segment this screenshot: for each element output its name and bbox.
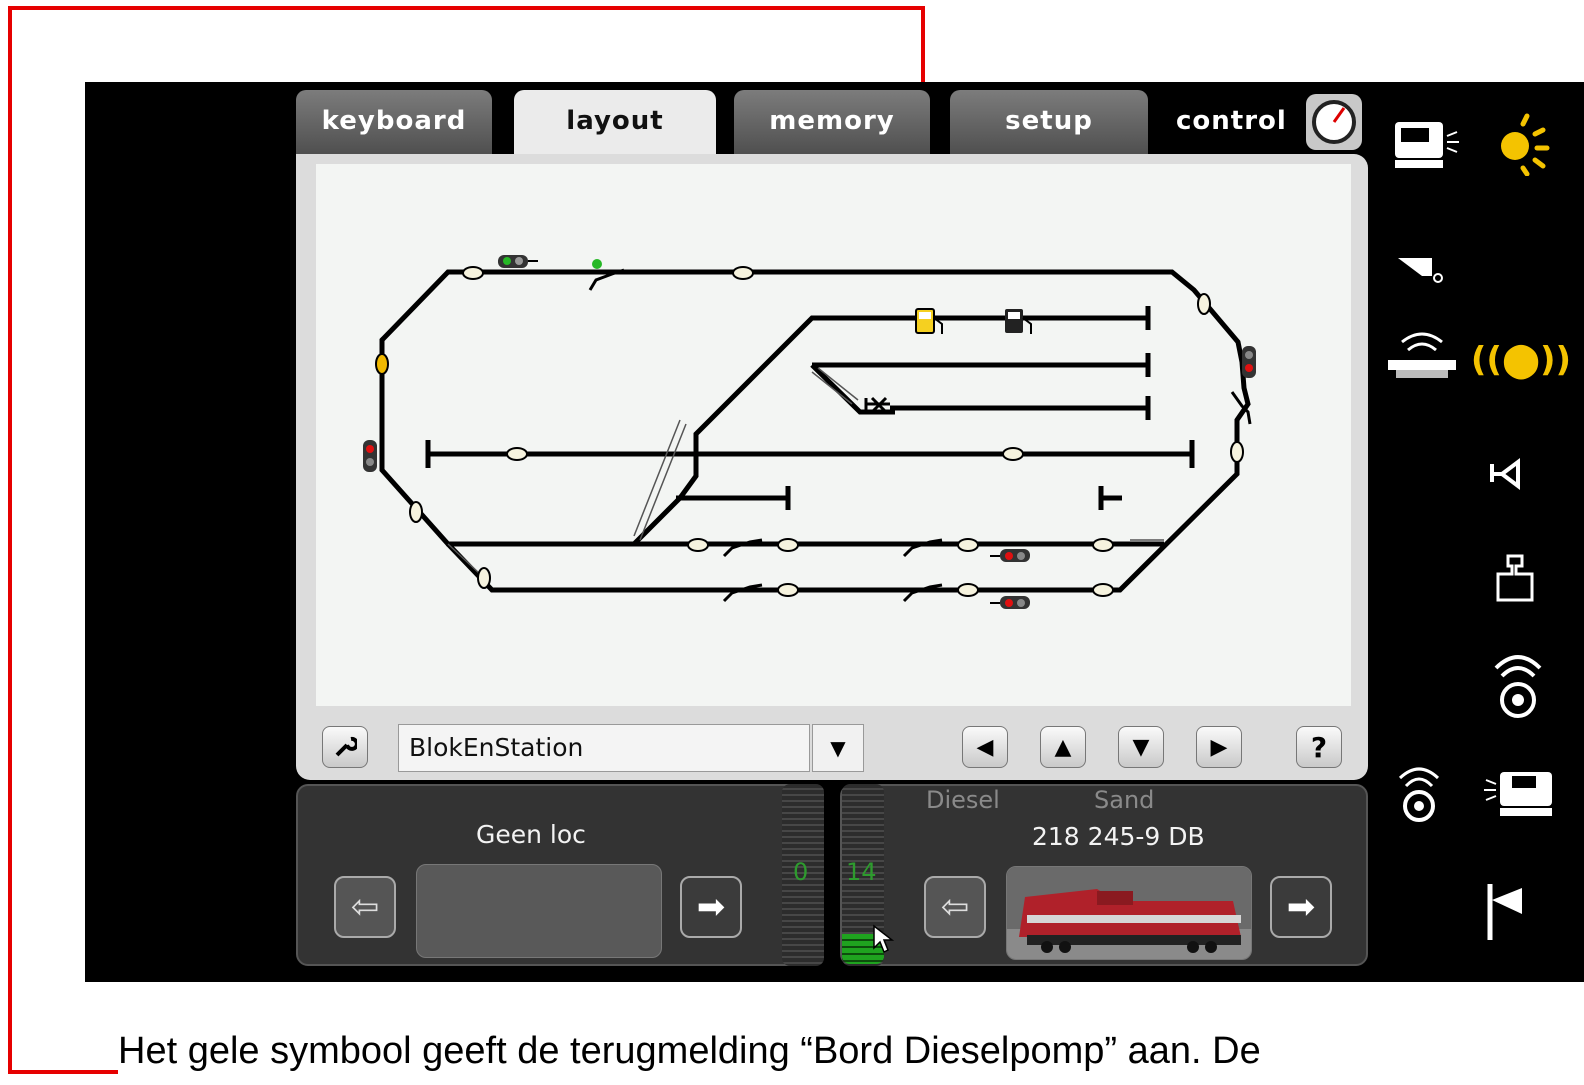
cab-right-prev-button[interactable]: ⇦ <box>924 876 986 938</box>
radio-signal-icon[interactable] <box>1486 650 1550 722</box>
function-label-sand: Sand <box>1094 786 1155 814</box>
layout-name-field[interactable]: BlokEnStation <box>398 724 810 772</box>
function-label-diesel: Diesel <box>926 786 1000 814</box>
sun-light-icon[interactable] <box>1486 112 1562 176</box>
cab-right-speed-value: 14 <box>846 858 877 886</box>
tab-memory[interactable]: memory <box>734 90 930 156</box>
cab-right-loco-image[interactable] <box>1006 866 1252 960</box>
cab-left-speed-value: 0 <box>793 858 809 886</box>
tab-control[interactable]: control <box>1176 106 1287 136</box>
scroll-down-button[interactable]: ▼ <box>1118 726 1164 768</box>
flag-icon[interactable] <box>1482 880 1534 942</box>
dropdown-arrow-icon[interactable]: ▼ <box>812 724 864 772</box>
weight-icon[interactable] <box>1492 552 1538 606</box>
cab-right-next-button[interactable]: ➡ <box>1270 876 1332 938</box>
scroll-up-button[interactable]: ▲ <box>1040 726 1086 768</box>
radio-station-icon[interactable] <box>1382 326 1462 388</box>
tab-keyboard[interactable]: keyboard <box>296 90 492 156</box>
cab-left-loco-image[interactable] <box>416 864 662 958</box>
sound-icon[interactable]: ((⬤)) <box>1471 334 1571 386</box>
caption-text: Het gele symbool geeft de terugmelding “… <box>118 1030 1261 1072</box>
whistle-icon[interactable] <box>1392 246 1452 292</box>
scroll-right-button[interactable]: ▶ <box>1196 726 1242 768</box>
cab-left-prev-button[interactable]: ⇦ <box>334 876 396 938</box>
cab-right-loco-name: 218 245-9 DB <box>1032 822 1205 851</box>
cab-left-next-button[interactable]: ➡ <box>680 876 742 938</box>
fuel-pump-yellow-icon[interactable] <box>914 306 946 338</box>
mouse-cursor-icon <box>873 924 895 954</box>
loco-light-icon[interactable] <box>1388 112 1464 176</box>
wrench-icon[interactable] <box>322 726 368 768</box>
help-button[interactable]: ? <box>1296 726 1342 768</box>
tab-setup[interactable]: setup <box>950 90 1148 156</box>
loco-icon[interactable] <box>1482 762 1562 824</box>
radio-signal-small-icon[interactable] <box>1392 760 1446 828</box>
scroll-left-button[interactable]: ◀ <box>962 726 1008 768</box>
horn-icon[interactable] <box>1488 452 1542 492</box>
tab-layout[interactable]: layout <box>514 90 716 160</box>
speedometer-icon[interactable] <box>1306 94 1362 150</box>
track-diagram[interactable] <box>316 164 1351 706</box>
fuel-pump-black-icon[interactable] <box>1003 306 1035 338</box>
cab-left-loco-name: Geen loc <box>476 820 586 849</box>
